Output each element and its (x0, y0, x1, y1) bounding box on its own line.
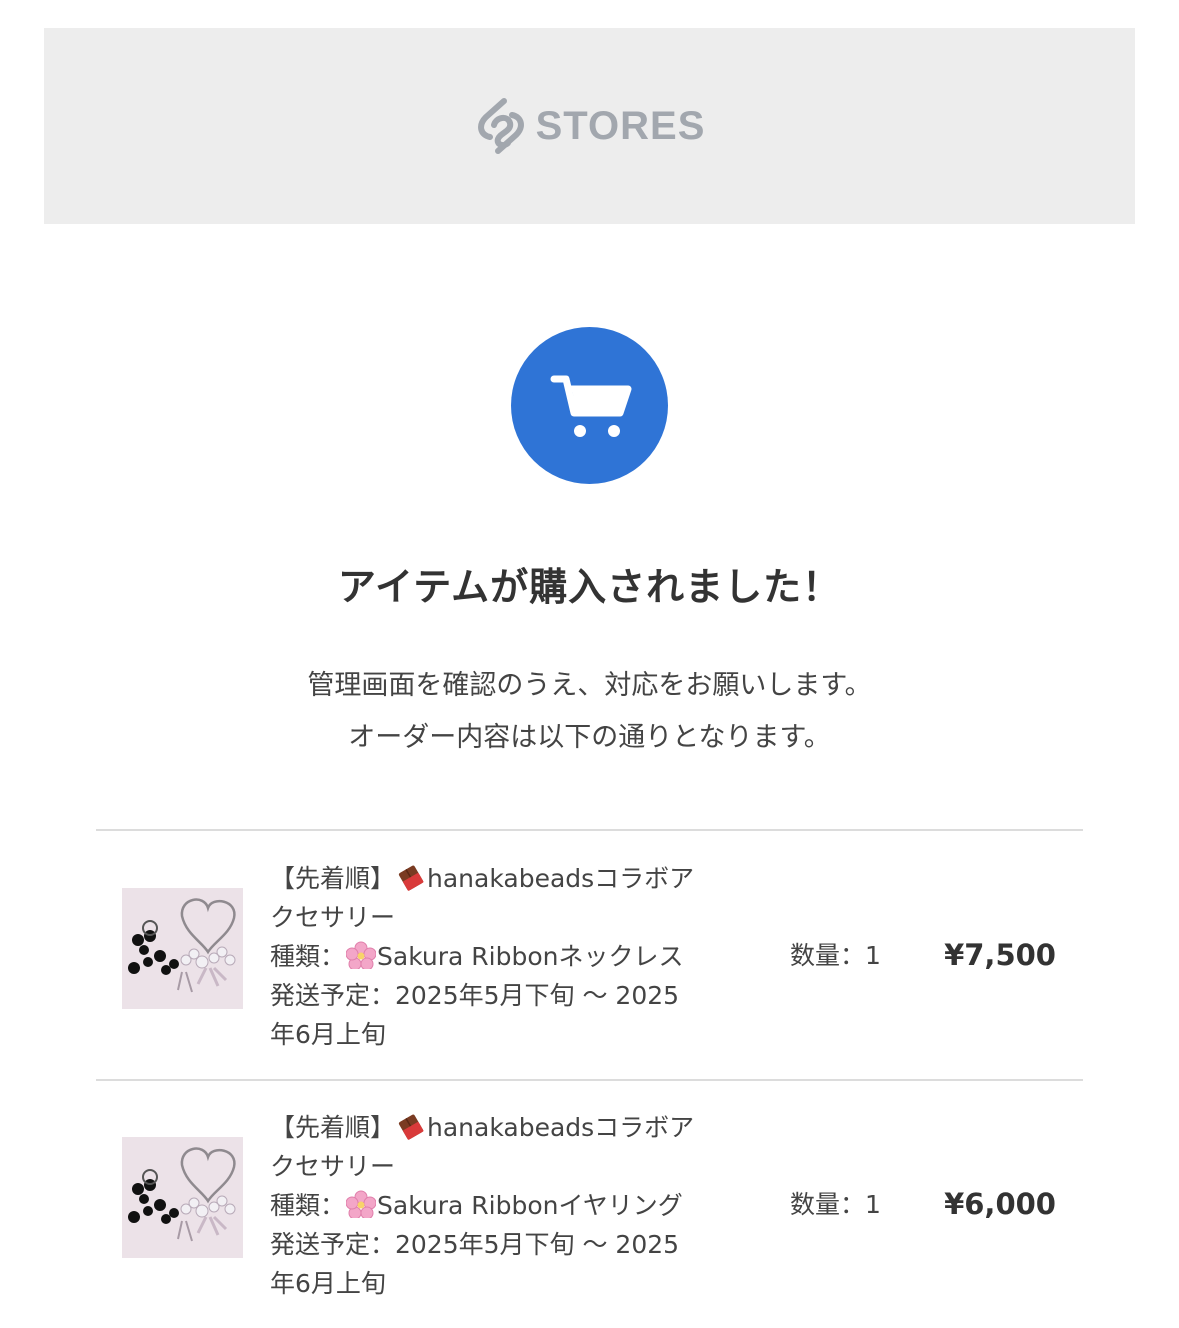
cart-badge (511, 327, 668, 484)
item-type-label: 種類： (270, 1191, 346, 1220)
item-name-text: hanakabeadsコラボア (427, 864, 695, 893)
chocolate-bar-icon (398, 865, 424, 891)
item-price: ¥6,000 (944, 1187, 1056, 1221)
item-name[interactable]: 【先着順】 hanakabeadsコラボア (270, 859, 710, 898)
item-name-prefix: 【先着順】 (270, 1113, 396, 1142)
order-item: 【先着順】 hanakabeadsコラボア クセサリー 種類： Sakura Rib… (96, 1080, 1083, 1328)
item-name-prefix: 【先着順】 (270, 864, 396, 893)
item-name[interactable]: 【先着順】 hanakabeadsコラボア (270, 1108, 710, 1147)
necklace-product-image (122, 888, 243, 1009)
item-shipping: 発送予定：2025年5月下旬 〜 2025 (270, 981, 680, 1010)
item-price: ¥7,500 (944, 938, 1056, 972)
order-item: 【先着順】 hanakabeadsコラボア クセサリー 種類： Sakura Rib… (96, 831, 1083, 1079)
purchase-message: 管理画面を確認のうえ、対応をお願いします。 オーダー内容は以下の通りとなります。 (0, 660, 1179, 764)
item-details: 【先着順】 hanakabeadsコラボア クセサリー 種類： Sakura Rib… (270, 1108, 710, 1303)
email-header: STORES (44, 28, 1135, 224)
shopping-cart-icon (550, 375, 631, 437)
item-details: 【先着順】 hanakabeadsコラボア クセサリー 種類： Sakura Rib… (270, 859, 710, 1054)
cherry-blossom-icon (346, 941, 377, 969)
purchase-title: アイテムが購入されました！ (337, 565, 842, 609)
stores-logo[interactable]: STORES (474, 95, 706, 157)
message-line-1: 管理画面を確認のうえ、対応をお願いします。 (307, 670, 872, 701)
cherry-blossom-icon (346, 1190, 377, 1218)
item-type-value: Sakura Ribbonイヤリング (377, 1191, 683, 1220)
message-line-2: オーダー内容は以下の通りとなります。 (348, 722, 831, 753)
item-shipping-line2: 年6月上旬 (270, 1269, 386, 1298)
product-thumbnail[interactable] (122, 888, 243, 1009)
item-type-value: Sakura Ribbonネックレス (377, 942, 684, 971)
item-name-line2: クセサリー (270, 1152, 396, 1181)
item-shipping-line2: 年6月上旬 (270, 1020, 386, 1049)
stores-logo-text: STORES (535, 103, 706, 148)
item-type: 種類： Sakura Ribbonネックレス (270, 937, 710, 976)
product-thumbnail[interactable] (122, 1137, 243, 1258)
item-name-text: hanakabeadsコラボア (427, 1113, 695, 1142)
item-shipping: 発送予定：2025年5月下旬 〜 2025 (270, 1230, 680, 1259)
item-quantity: 数量：1 (790, 1190, 881, 1219)
item-quantity: 数量：1 (790, 941, 881, 970)
item-name-line2: クセサリー (270, 903, 396, 932)
chocolate-bar-icon (398, 1114, 424, 1140)
stores-logo-icon (477, 98, 524, 154)
item-type: 種類： Sakura Ribbonイヤリング (270, 1186, 710, 1225)
earrings-product-image (122, 1137, 243, 1258)
item-type-label: 種類： (270, 942, 346, 971)
